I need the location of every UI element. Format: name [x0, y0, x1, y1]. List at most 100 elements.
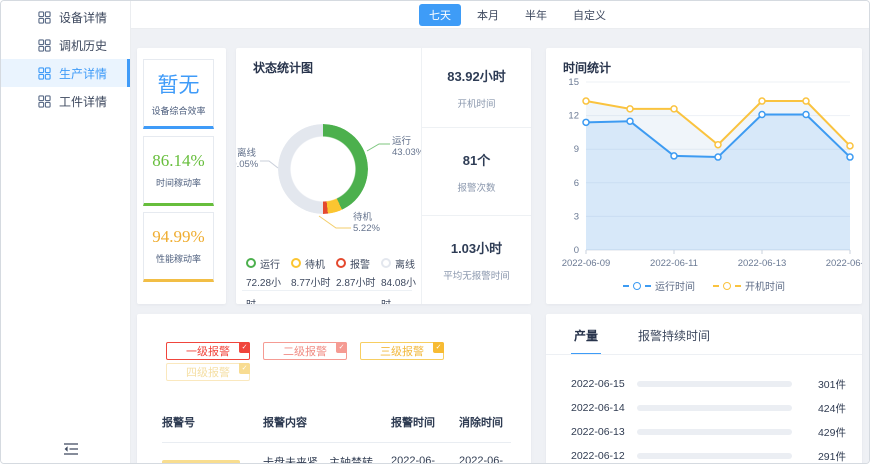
legend-poweron-time[interactable]: 开机时间 [713, 278, 785, 293]
tab-this-month[interactable]: 本月 [477, 4, 499, 26]
callout-offline: 离线 50.05% [236, 148, 258, 170]
kpi-value: 86.14% [152, 151, 204, 171]
sidebar-item-tuning-history[interactable]: 调机历史 [1, 31, 130, 59]
production-date: 2022-06-12 [571, 450, 629, 462]
legend-ring-icon [381, 258, 391, 268]
alarm-panel: 一级报警 ✓ 二级报警 ✓ 三级报警 ✓ 四级报警 ✓ 报警号 [137, 314, 531, 463]
collapse-sidebar-icon[interactable] [63, 442, 79, 456]
callout-running: 运行 43.03% [392, 136, 421, 158]
production-value: 424件 [802, 401, 846, 416]
svg-text:2022-06-09: 2022-06-09 [562, 258, 611, 269]
donut-legend: 运行 72.28小时 待机 8.77小时 报警 2.87小时 离线 84.08小… [246, 256, 421, 304]
legend-line-icon [645, 285, 651, 287]
legend-line-icon [623, 285, 629, 287]
production-date: 2022-06-14 [571, 402, 629, 414]
filter-level-3-button[interactable]: 三级报警 ✓ [360, 342, 444, 360]
topbar: 七天 本月 半年 自定义 [131, 1, 869, 29]
column-header: 消除时间 [459, 414, 511, 430]
kpi-label: 时间稼动率 [156, 176, 201, 189]
check-icon: ✓ [239, 363, 250, 374]
alarm-table-header: 报警号 报警内容 报警时间 消除时间 [162, 406, 511, 443]
tab-production[interactable]: 产量 [571, 314, 601, 355]
tab-seven-days[interactable]: 七天 [419, 4, 461, 26]
column-header: 报警号 [162, 414, 263, 430]
grid-icon [38, 95, 51, 108]
svg-text:2022-06-11: 2022-06-11 [650, 258, 698, 269]
svg-text:9: 9 [574, 144, 579, 155]
production-bar-track [637, 429, 792, 435]
alarm-level-filters: 一级报警 ✓ 二级报警 ✓ 三级报警 ✓ 四级报警 ✓ [166, 342, 466, 384]
legend-value: 8.77小时 [291, 273, 331, 295]
date-range-tabs: 七天 本月 半年 自定义 [419, 4, 632, 26]
svg-text:0: 0 [574, 245, 579, 256]
legend-ring-icon [291, 258, 301, 268]
list-item: 2022-06-12 291件 [571, 444, 846, 463]
column-header: 报警内容 [263, 414, 391, 430]
production-value: 291件 [802, 449, 846, 464]
kpi-time-utilization: 86.14% 时间稼动率 [143, 136, 214, 206]
legend-running: 运行 72.28小时 [246, 256, 291, 304]
kpi-label: 设备综合效率 [151, 104, 205, 117]
production-date: 2022-06-13 [571, 426, 629, 438]
alarm-code-badge [162, 460, 240, 463]
production-list: 2022-06-15 301件 2022-06-14 424件 2022-06-… [571, 372, 846, 463]
kpi-value: 暂无 [158, 69, 200, 99]
sidebar-item-production-detail[interactable]: 生产详情 [1, 59, 130, 87]
time-statistics-card: 时间统计 036912152022-06-092022-06-112022-06… [546, 48, 862, 304]
svg-text:2022-06-15: 2022-06-15 [826, 258, 862, 269]
alarm-table: 报警号 报警内容 报警时间 消除时间 卡盘未夹紧，主轴禁转。 2022-06-1… [162, 406, 511, 463]
legend-ring-icon [246, 258, 256, 268]
svg-text:6: 6 [574, 178, 579, 189]
clear-time: 2022-06-15 [459, 454, 509, 463]
check-icon: ✓ [239, 342, 250, 353]
time-line-chart: 036912152022-06-092022-06-112022-06-1320… [546, 74, 862, 272]
production-panel: 产量 报警持续时间 2022-06-15 301件 2022-06-14 424… [546, 314, 862, 463]
sidebar-nav: 设备详情 调机历史 生产详情 工件详情 [1, 1, 130, 115]
alarm-content: 卡盘未夹紧，主轴禁转。 [263, 454, 391, 463]
tab-half-year[interactable]: 半年 [525, 4, 547, 26]
main-content: 暂无 设备综合效率 86.14% 时间稼动率 94.99% 性能稼动率 状态统计… [131, 29, 869, 463]
production-bar-track [637, 453, 792, 459]
production-bar-track [637, 381, 792, 387]
legend-value: 2.87小时 [336, 273, 376, 295]
filter-level-2-button[interactable]: 二级报警 ✓ [263, 342, 347, 360]
legend-standby: 待机 8.77小时 [291, 256, 336, 304]
legend-ring-icon [723, 282, 731, 290]
sidebar: 设备详情 调机历史 生产详情 工件详情 [1, 1, 131, 463]
kpi-label: 性能稼动率 [156, 252, 201, 265]
tab-separator [546, 354, 862, 355]
list-item: 2022-06-14 424件 [571, 396, 846, 420]
list-item: 2022-06-15 301件 [571, 372, 846, 396]
filter-level-4-button[interactable]: 四级报警 ✓ [166, 363, 250, 381]
time-chart-legend: 运行时间 开机时间 [546, 278, 862, 293]
sidebar-item-device-detail[interactable]: 设备详情 [1, 3, 130, 31]
tab-alarm-duration[interactable]: 报警持续时间 [635, 314, 713, 355]
filter-level-1-button[interactable]: 一级报警 ✓ [166, 342, 250, 360]
legend-offline: 离线 84.08小时 [381, 256, 421, 304]
production-tabs: 产量 报警持续时间 [571, 314, 747, 355]
status-statistics-card: 状态统计图 运行 43.03% 待机 5.22% 离线 50.05% [236, 48, 531, 304]
svg-text:15: 15 [568, 77, 579, 88]
column-header: 报警时间 [391, 414, 459, 430]
grid-icon [38, 11, 51, 24]
tab-custom[interactable]: 自定义 [573, 4, 606, 26]
legend-running-time[interactable]: 运行时间 [623, 278, 695, 293]
list-item: 2022-06-13 429件 [571, 420, 846, 444]
legend-value: 84.08小时 [381, 273, 421, 304]
table-row: 卡盘未夹紧，主轴禁转。 2022-06-15 2022-06-15 [162, 443, 511, 463]
production-date: 2022-06-15 [571, 378, 629, 390]
legend-line-icon [713, 285, 719, 287]
stat-power-on-time: 83.92小时 开机时间 [422, 48, 531, 128]
sidebar-item-label: 生产详情 [59, 65, 107, 82]
summary-stats: 83.92小时 开机时间 81个 报警次数 1.03小时 平均无报警时间 [421, 48, 531, 304]
check-icon: ✓ [433, 342, 444, 353]
sidebar-item-label: 设备详情 [59, 9, 107, 26]
legend-divider [242, 290, 412, 291]
status-donut-chart: 状态统计图 运行 43.03% 待机 5.22% 离线 50.05% [236, 48, 421, 304]
kpi-oee: 暂无 设备综合效率 [143, 59, 214, 129]
kpi-value: 94.99% [152, 227, 204, 247]
svg-text:2022-06-13: 2022-06-13 [738, 258, 787, 269]
stat-mean-time-no-alarm: 1.03小时 平均无报警时间 [422, 216, 531, 304]
check-icon: ✓ [336, 342, 347, 353]
sidebar-item-workpiece-detail[interactable]: 工件详情 [1, 87, 130, 115]
